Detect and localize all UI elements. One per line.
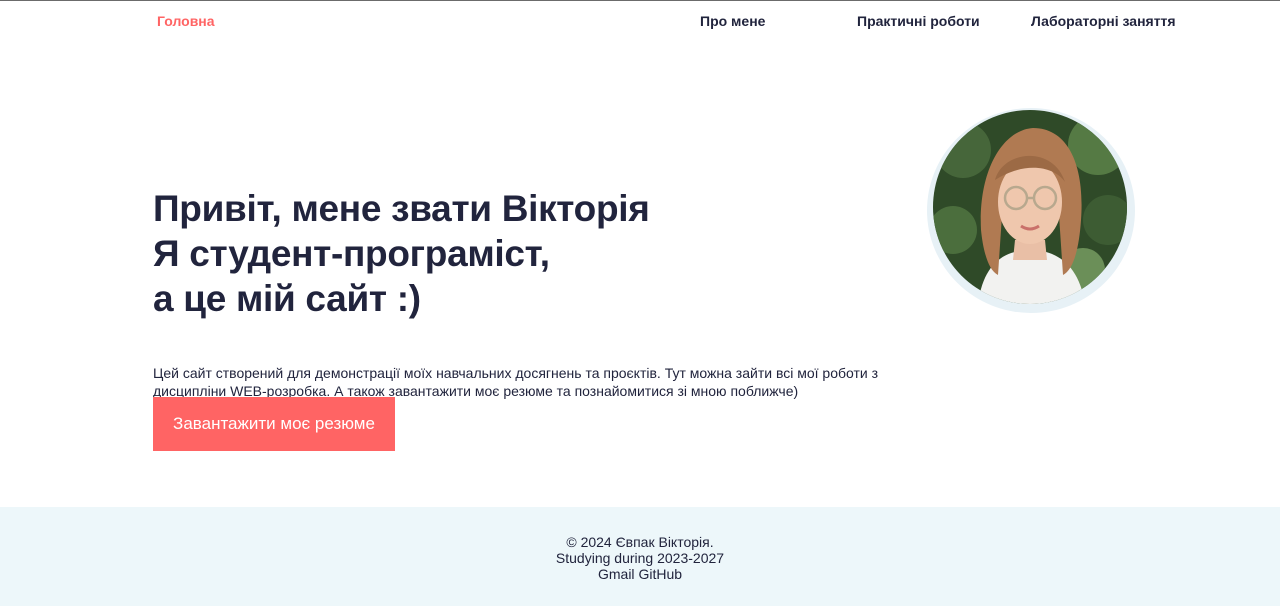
footer-copyright: © 2024 Євпак Вікторія. [566,534,714,550]
footer-links: Gmail GitHub [0,566,1280,582]
download-resume-button[interactable]: Завантажити моє резюме [153,397,395,451]
site-footer: © 2024 Євпак Вікторія. Studying during 2… [0,507,1280,606]
hero-heading-line: Привіт, мене звати Вікторія [153,188,650,229]
hero-description: Цей сайт створений для демонстрації моїх… [153,365,879,399]
nav-link-practice[interactable]: Практичні роботи [857,13,980,29]
avatar [933,110,1127,304]
top-border [0,0,1280,1]
avatar-photo [933,110,1127,304]
footer-link-gmail[interactable]: Gmail [598,566,635,582]
hero-heading-line: Я студент-програміст, [153,233,550,274]
footer-link-github[interactable]: GitHub [638,566,682,582]
hero-heading: Привіт, мене звати Вікторія Я студент-пр… [153,186,650,321]
hero-heading-line: а це мій сайт :) [153,278,421,319]
nav-link-labs[interactable]: Лабораторні заняття [1031,13,1176,29]
nav-link-home[interactable]: Головна [157,13,215,29]
footer-studying: Studying during 2023-2027 [555,550,725,566]
nav-link-about[interactable]: Про мене [700,13,765,29]
